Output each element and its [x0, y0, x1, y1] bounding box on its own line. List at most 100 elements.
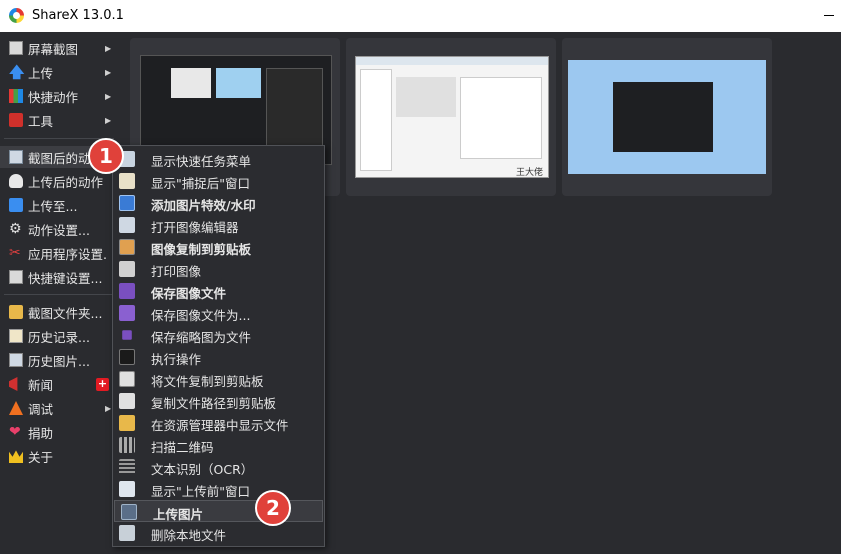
submenu-arrow-icon: ▶	[105, 67, 112, 77]
sidebar-item-capture[interactable]: 屏幕截图 ▶	[0, 37, 118, 59]
clipboard-image-icon	[119, 239, 135, 255]
sidebar-item-label: 快捷动作	[28, 89, 79, 105]
menu-item-show-before-upload-window[interactable]: 显示"上传前"窗口	[113, 478, 324, 500]
menu-item-scan-qr-code[interactable]: 扫描二维码	[113, 434, 324, 456]
floppy-disk-icon	[119, 283, 135, 299]
qr-code-icon	[119, 437, 135, 453]
sidebar-item-image-history[interactable]: 历史图片...	[0, 349, 118, 371]
sidebar-item-label: 应用程序设置...	[28, 246, 108, 262]
after-capture-icon	[9, 150, 23, 164]
menu-item-upload-image[interactable]: 上传图片	[114, 500, 323, 522]
menu-item-ocr[interactable]: 文本识别（OCR）	[113, 456, 324, 478]
sidebar-item-label: 屏幕截图	[28, 41, 79, 57]
crown-icon	[9, 450, 23, 463]
sidebar-item-app-settings[interactable]: ✂ 应用程序设置...	[0, 242, 118, 264]
minimize-button[interactable]	[824, 15, 834, 16]
sidebar-item-news[interactable]: 新闻 +	[0, 373, 118, 395]
screenshot-icon	[9, 41, 23, 55]
watermark-text: 王大佬	[516, 168, 544, 178]
sidebar-item-label: 截图文件夹...	[28, 305, 103, 321]
sidebar-item-tools[interactable]: 工具 ▶	[0, 109, 118, 131]
printer-icon	[119, 261, 135, 277]
image-effects-icon	[119, 195, 135, 211]
sidebar-item-hotkey-settings[interactable]: 快捷键设置...	[0, 266, 118, 288]
window-icon	[119, 173, 135, 189]
sidebar-item-label: 上传后的动作	[28, 174, 104, 190]
save-as-icon	[119, 305, 135, 321]
ocr-text-icon	[119, 459, 135, 475]
step-marker-1: 1	[88, 138, 124, 174]
thumbnail-card[interactable]	[562, 38, 772, 196]
sidebar-item-label: 快捷键设置...	[28, 270, 103, 286]
menu-item-copy-image-to-clipboard[interactable]: 图像复制到剪贴板	[113, 236, 324, 258]
image-history-icon	[9, 353, 23, 367]
explorer-folder-icon	[119, 415, 135, 431]
sidebar-item-donate[interactable]: ❤ 捐助	[0, 421, 118, 443]
news-badge: +	[96, 376, 109, 391]
menu-item-add-image-effects[interactable]: 添加图片特效/水印	[113, 192, 324, 214]
megaphone-icon	[9, 377, 18, 391]
menu-item-copy-file-to-clipboard[interactable]: 将文件复制到剪贴板	[113, 368, 324, 390]
menu-item-show-in-explorer[interactable]: 在资源管理器中显示文件	[113, 412, 324, 434]
sidebar-item-label: 上传至...	[28, 198, 78, 214]
quick-actions-icon	[9, 89, 23, 103]
menu-item-copy-file-path[interactable]: 复制文件路径到剪贴板	[113, 390, 324, 412]
menu-item-save-thumbnail[interactable]: 保存缩略图为文件	[113, 324, 324, 346]
heart-icon: ❤	[9, 424, 21, 440]
step-marker-2: 2	[255, 490, 291, 526]
history-icon	[9, 329, 23, 343]
menu-item-save-image-as[interactable]: 保存图像文件为...	[113, 302, 324, 324]
sidebar-item-label: 动作设置...	[28, 222, 90, 238]
menu-item-save-image[interactable]: 保存图像文件	[113, 280, 324, 302]
sidebar-item-history[interactable]: 历史记录...	[0, 325, 118, 347]
delete-file-icon	[119, 525, 135, 541]
sidebar-item-label: 关于	[28, 449, 54, 465]
sidebar-item-debug[interactable]: 调试 ▶	[0, 397, 118, 419]
terminal-icon	[119, 349, 135, 365]
thumbnail-card[interactable]: 王大佬	[346, 38, 556, 196]
sidebar-item-label: 调试	[28, 401, 54, 417]
main-sidebar: 屏幕截图 ▶ 🡅 上传 ▶ 快捷动作 ▶ 工具 ▶ 截图后的动作 上传后的动作 …	[0, 32, 118, 554]
submenu-arrow-icon: ▶	[105, 403, 112, 413]
folder-icon	[9, 305, 23, 319]
sidebar-item-label: 工具	[28, 113, 54, 129]
sidebar-item-upload[interactable]: 🡅 上传 ▶	[0, 61, 118, 83]
upload-destination-icon	[9, 198, 23, 212]
clipboard-icon	[119, 393, 135, 409]
sidebar-item-label: 捐助	[28, 425, 54, 441]
sharex-logo-icon	[9, 8, 24, 23]
toolbox-icon	[9, 113, 23, 127]
menu-item-delete-local-file[interactable]: 删除本地文件	[113, 522, 324, 544]
debug-cone-icon	[9, 401, 23, 415]
menu-item-open-image-editor[interactable]: 打开图像编辑器	[113, 214, 324, 236]
submenu-arrow-icon: ▶	[105, 115, 112, 125]
gear-icon: ⚙	[9, 221, 22, 237]
submenu-arrow-icon: ▶	[105, 91, 112, 101]
title-bar: ShareX 13.0.1	[0, 0, 841, 32]
sidebar-item-upload-to[interactable]: 上传至...	[0, 194, 118, 216]
cloud-upload-icon	[121, 504, 137, 520]
menu-item-show-after-capture-window[interactable]: 显示"捕捉后"窗口	[113, 170, 324, 192]
upload-arrow-icon: 🡅	[9, 63, 25, 81]
cloud-upload-icon	[9, 174, 23, 188]
window-icon	[119, 481, 135, 497]
menu-item-show-quick-task-menu[interactable]: 显示快速任务菜单	[113, 148, 324, 170]
sidebar-item-screenshots-folder[interactable]: 截图文件夹...	[0, 301, 118, 323]
tools-icon: ✂	[9, 245, 21, 261]
image-editor-icon	[119, 217, 135, 233]
menu-item-print-image[interactable]: 打印图像	[113, 258, 324, 280]
sidebar-item-label: 历史记录...	[28, 329, 90, 345]
submenu-arrow-icon: ▶	[105, 43, 112, 53]
thumbnail-save-icon	[122, 330, 132, 340]
file-clipboard-icon	[119, 371, 135, 387]
menu-item-perform-actions[interactable]: 执行操作	[113, 346, 324, 368]
sidebar-item-about[interactable]: 关于	[0, 445, 118, 467]
sidebar-item-label: 历史图片...	[28, 353, 90, 369]
window-title: ShareX 13.0.1	[32, 8, 124, 23]
screenshot-preview-3	[568, 60, 766, 174]
keyboard-icon	[9, 270, 23, 284]
sidebar-item-quick-actions[interactable]: 快捷动作 ▶	[0, 85, 118, 107]
sidebar-item-task-settings[interactable]: ⚙ 动作设置...	[0, 218, 118, 240]
after-capture-menu: 显示快速任务菜单 显示"捕捉后"窗口 添加图片特效/水印 打开图像编辑器 图像复…	[112, 145, 325, 547]
sidebar-divider	[4, 294, 114, 295]
